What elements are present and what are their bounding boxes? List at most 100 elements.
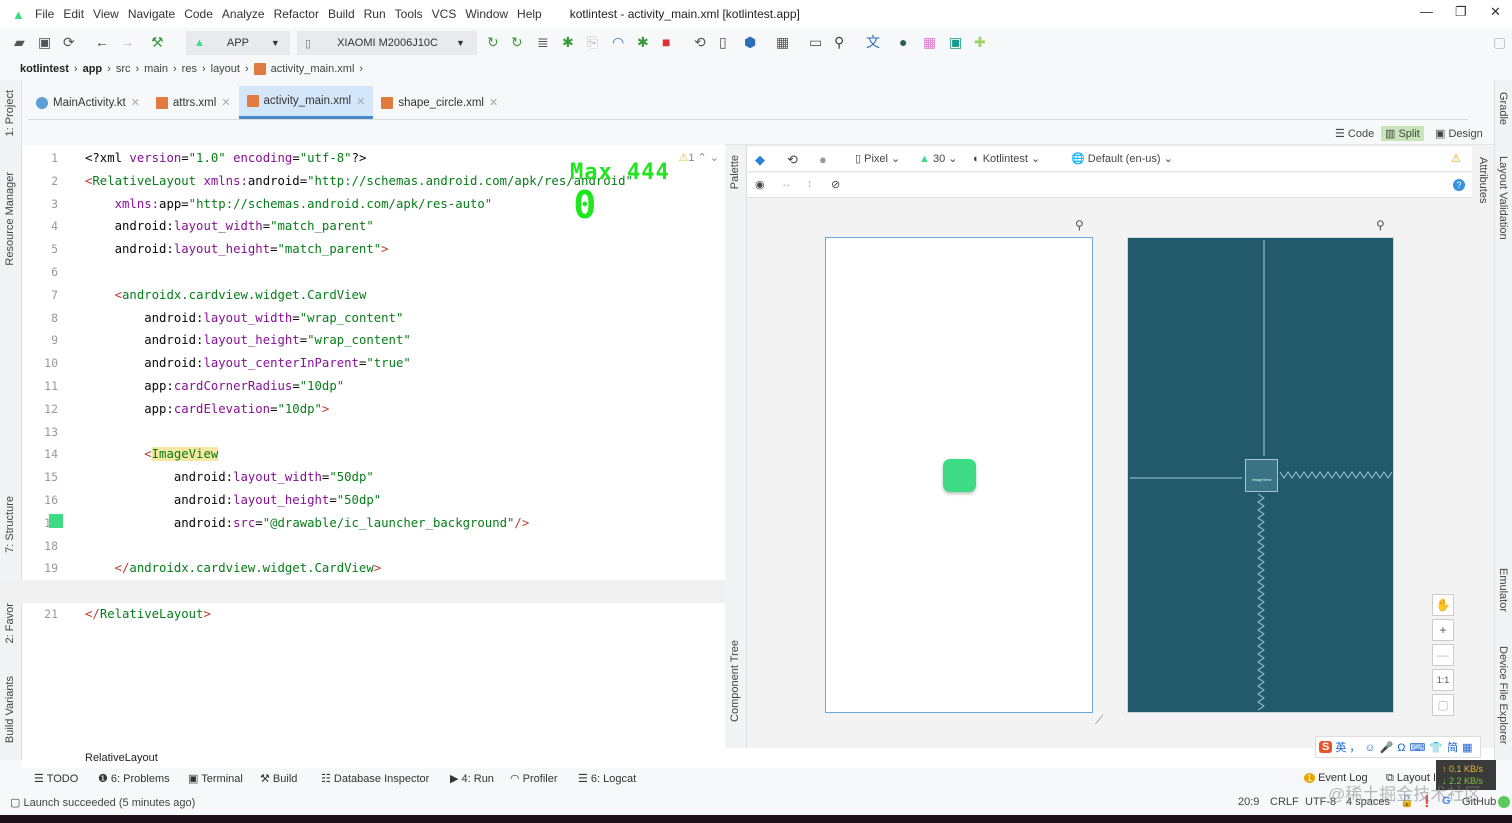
component-path[interactable]: RelativeLayout [85,752,158,764]
maximize-button[interactable]: ❐ [1455,4,1467,20]
ime-tool-icon[interactable]: ▦ [1462,742,1472,754]
code-line[interactable] [85,261,725,284]
design-preview[interactable] [825,237,1093,713]
api-selector[interactable]: ▲ 30 ⌄ [919,152,957,165]
fit-screen-icon[interactable]: ▢ [1432,694,1454,716]
logcat-icon[interactable]: ≣ [537,34,549,50]
tool-build[interactable]: ⚒ Build [260,772,297,785]
inspection-widget[interactable]: ⚠1 ⌃ ⌄ [678,151,719,164]
design-surface-icon[interactable]: ◆ [755,152,765,168]
zoom-out-button[interactable]: — [1432,644,1454,666]
locale-selector[interactable]: 🌐 Default (en-us) ⌄ [1071,152,1173,165]
palette-tab[interactable]: Palette [729,155,741,189]
open-folder-icon[interactable]: ▰ [14,34,25,50]
gradle-sync-icon[interactable]: ⟲ [694,34,706,50]
resize-handle-icon[interactable]: ⟋ [1095,713,1103,728]
tool-project[interactable]: 1: Project [4,90,16,136]
tool-database-inspector[interactable]: ☷ Database Inspector [321,772,429,785]
close-button[interactable]: ✕ [1490,4,1501,20]
tool-terminal[interactable]: ▣ Terminal [188,772,243,785]
ime-tool-icon[interactable]: ， [1349,742,1360,754]
tool-build-variants[interactable]: Build Variants [4,676,16,743]
breadcrumb-item[interactable]: kotlintest [20,63,69,75]
breadcrumb-item[interactable]: src [116,63,131,75]
component-tree-tab[interactable]: Component Tree [729,640,741,722]
apply-code-changes-icon[interactable]: ↻ [511,34,523,50]
tab-attrs-xml[interactable]: attrs.xml ✕ [148,86,239,119]
menu-code[interactable]: Code [184,7,213,21]
tool-device-file-explorer[interactable]: Device File Explorer [1497,646,1509,744]
imageview-preview[interactable] [943,459,976,492]
vertical-constraint-icon[interactable]: ↕ [807,178,813,190]
help-icon[interactable]: ? [1453,179,1465,191]
code-line[interactable]: android:layout_centerInParent="true" [85,352,725,375]
image-preview-gutter-icon[interactable] [49,514,63,528]
menu-help[interactable]: Help [517,7,542,21]
close-tab-icon[interactable]: ✕ [131,96,140,109]
attach-process-icon[interactable]: ✱ [637,34,649,50]
code-line[interactable]: android:layout_height="wrap_content" [85,329,725,352]
run-config-dropdown[interactable]: ▲ APP ▼ [186,31,290,55]
prev-highlight-icon[interactable]: ⌃ [698,152,707,164]
tool-gradle[interactable]: Gradle [1497,92,1509,125]
ime-tool-icon[interactable]: 🎤 [1380,742,1394,754]
horizontal-constraint-icon[interactable]: ↔ [781,178,792,190]
breadcrumb-item[interactable]: activity_main.xml [271,63,355,75]
breadcrumb-item[interactable]: main [144,63,168,75]
account-icon[interactable]: ▢ [1493,34,1506,50]
stop-icon[interactable]: ■ [662,34,670,50]
caret-position[interactable]: 20:9 [1238,796,1259,808]
code-line[interactable]: android:src="@drawable/ic_launcher_backg… [85,512,725,535]
line-separator[interactable]: CRLF [1270,796,1299,808]
device-manager-icon[interactable]: ▭ [809,34,822,50]
color-palette-icon[interactable]: ▦ [923,34,936,50]
resize-pin-icon[interactable]: ⚲ [1075,218,1084,232]
menu-navigate[interactable]: Navigate [128,7,175,21]
minimize-button[interactable]: — [1420,4,1433,19]
code-line[interactable]: </androidx.cardview.widget.CardView> [85,557,725,580]
code-line[interactable] [85,421,725,444]
code-editor[interactable]: 123456789101112131415161718192021 <?xml … [0,145,725,748]
tool-emulator[interactable]: Emulator [1497,568,1509,612]
menu-tools[interactable]: Tools [395,7,423,21]
tool-logcat[interactable]: ☰ 6: Logcat [578,772,636,785]
menu-analyze[interactable]: Analyze [222,7,265,21]
tool-structure[interactable]: 7: Structure [4,496,16,553]
menu-window[interactable]: Window [465,7,508,21]
sogou-logo-icon[interactable]: S [1319,741,1333,753]
code-view-button[interactable]: ☰ Code [1331,126,1378,141]
autoconnect-icon[interactable]: ⊘ [831,178,840,191]
device-selector[interactable]: ▯ Pixel ⌄ [855,152,900,165]
night-mode-icon[interactable]: ● [819,152,827,167]
sync-icon[interactable]: ⟳ [63,34,75,50]
theme-selector[interactable]: ◐ Kotlintest ⌄ [973,152,1040,165]
apply-changes-restart-icon[interactable]: ↻ [487,34,499,50]
attach-debugger-icon[interactable]: ⎘ [587,34,598,50]
menu-run[interactable]: Run [364,7,386,21]
resize-pin-icon[interactable]: ⚲ [1376,218,1385,232]
tab-mainactivity-kt[interactable]: MainActivity.kt ✕ [28,86,148,119]
tool-problems[interactable]: ❶ 6: Problems [98,772,170,785]
view-options-icon[interactable]: ◉ [755,178,765,191]
blueprint-preview[interactable]: ImageView [1127,237,1394,713]
debug-icon[interactable]: ✱ [562,34,574,50]
ime-language[interactable]: 英 [1335,739,1346,755]
code-line[interactable]: app:cardElevation="10dp"> [85,398,725,421]
attributes-tab[interactable]: Attributes [1477,157,1489,203]
translate-icon[interactable]: 文 [866,34,880,50]
code-line[interactable]: app:cardCornerRadius="10dp" [85,375,725,398]
split-view-button[interactable]: ▥ Split [1381,126,1424,141]
tool-resource-manager[interactable]: Resource Manager [4,172,16,266]
menu-view[interactable]: View [93,7,119,21]
code-line[interactable]: </RelativeLayout> [85,603,725,626]
back-icon[interactable]: ← [95,34,109,50]
search-icon[interactable]: ⚲ [834,34,844,50]
save-icon[interactable]: ▣ [38,34,51,50]
avd-manager-icon[interactable]: ▯ [719,34,727,50]
plugin-icon[interactable]: ✚ [974,34,986,50]
zoom-actual-button[interactable]: 1:1 [1432,669,1454,691]
menu-edit[interactable]: Edit [63,7,84,21]
tab-shape-circle-xml[interactable]: shape_circle.xml ✕ [373,86,506,119]
menu-build[interactable]: Build [328,7,355,21]
breadcrumb-item[interactable]: layout [211,63,240,75]
